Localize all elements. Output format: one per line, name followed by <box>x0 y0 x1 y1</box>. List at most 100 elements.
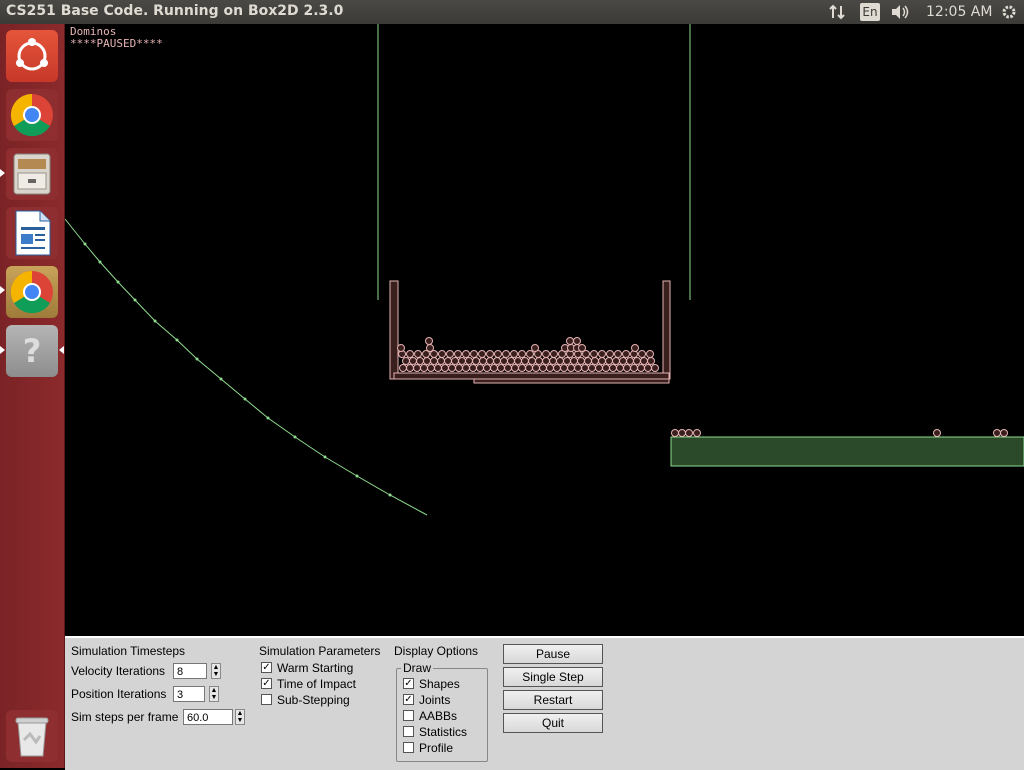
language-indicator[interactable]: En <box>860 3 880 21</box>
position-iterations-stepper[interactable]: ▲ ▼ <box>209 686 219 702</box>
ball <box>550 350 558 358</box>
ball <box>574 364 582 372</box>
ball <box>438 350 446 358</box>
ball <box>462 364 470 372</box>
ball <box>573 337 581 345</box>
ball <box>458 357 466 365</box>
ball <box>605 357 613 365</box>
gear-icon[interactable] <box>1000 0 1018 24</box>
ball <box>630 364 638 372</box>
ball <box>578 344 586 352</box>
ball <box>646 350 654 358</box>
ball <box>500 357 508 365</box>
position-iterations-input[interactable]: 3 <box>173 686 205 702</box>
ball <box>651 364 659 372</box>
ball <box>430 357 438 365</box>
ball <box>476 364 484 372</box>
aabbs-label: AABBs <box>419 709 458 723</box>
ball <box>591 357 599 365</box>
position-iterations-label: Position Iterations <box>71 687 167 701</box>
ball <box>406 350 414 358</box>
launcher-focus-indicator <box>59 346 64 354</box>
ball <box>455 364 463 372</box>
file-cabinet-icon[interactable] <box>6 148 58 200</box>
ball <box>647 357 655 365</box>
ball <box>531 344 539 352</box>
sim-steps-stepper[interactable]: ▲ ▼ <box>235 709 245 725</box>
timesteps-heading: Simulation Timesteps <box>71 644 186 658</box>
ball <box>448 364 456 372</box>
ball <box>413 364 421 372</box>
libreoffice-writer-icon[interactable] <box>6 207 58 259</box>
ball <box>584 357 592 365</box>
help-icon[interactable]: ? <box>6 325 58 377</box>
ubuntu-dash-icon[interactable] <box>6 30 58 82</box>
ball <box>633 357 641 365</box>
warm-starting-label: Warm Starting <box>277 661 354 675</box>
launcher-running-indicator <box>0 286 5 294</box>
ball <box>427 364 435 372</box>
ball <box>539 364 547 372</box>
ball <box>532 364 540 372</box>
ball <box>638 350 646 358</box>
ball <box>465 357 473 365</box>
statistics-checkbox[interactable] <box>403 726 414 737</box>
top-panel: CS251 Base Code. Running on Box2D 2.3.0 … <box>0 0 1024 24</box>
ball <box>619 357 627 365</box>
velocity-iterations-stepper[interactable]: ▲ ▼ <box>211 663 221 679</box>
ball <box>581 364 589 372</box>
single-step-button[interactable]: Single Step <box>503 667 603 687</box>
ball <box>399 364 407 372</box>
sim-params-heading: Simulation Parameters <box>259 644 381 658</box>
time-of-impact-label: Time of Impact <box>277 677 356 691</box>
restart-button[interactable]: Restart <box>503 690 603 710</box>
ball <box>397 344 405 352</box>
volume-icon[interactable] <box>890 0 912 24</box>
velocity-iterations-input[interactable]: 8 <box>173 663 207 679</box>
ball <box>566 337 574 345</box>
display-options-heading: Display Options <box>394 644 479 658</box>
ball <box>511 364 519 372</box>
network-updown-icon[interactable] <box>828 0 848 24</box>
launcher-running-indicator <box>0 169 5 177</box>
ball <box>472 357 480 365</box>
ball <box>493 357 501 365</box>
simulation-canvas[interactable]: Dominos ****PAUSED**** <box>65 24 1024 636</box>
ball <box>416 357 424 365</box>
ball <box>640 357 648 365</box>
trash-icon[interactable] <box>6 710 58 762</box>
ball <box>510 350 518 358</box>
warm-starting-checkbox[interactable]: ✓ <box>261 662 272 673</box>
pause-button[interactable]: Pause <box>503 644 603 664</box>
window-title: CS251 Base Code. Running on Box2D 2.3.0 <box>6 3 344 19</box>
ball <box>483 364 491 372</box>
svg-text:?: ? <box>23 332 42 370</box>
quit-button[interactable]: Quit <box>503 713 603 733</box>
ball <box>434 364 442 372</box>
ball <box>567 364 575 372</box>
aabbs-checkbox[interactable] <box>403 710 414 721</box>
ball <box>546 364 554 372</box>
ball <box>563 357 571 365</box>
ball <box>478 350 486 358</box>
joints-checkbox[interactable]: ✓ <box>403 694 414 705</box>
ball <box>425 337 433 345</box>
profile-checkbox[interactable] <box>403 742 414 753</box>
sub-stepping-checkbox[interactable] <box>261 694 272 705</box>
ball <box>598 350 606 358</box>
ball <box>609 364 617 372</box>
shapes-checkbox[interactable]: ✓ <box>403 678 414 689</box>
ball <box>526 350 534 358</box>
ball <box>470 350 478 358</box>
profile-label: Profile <box>419 741 454 755</box>
ball <box>535 357 543 365</box>
time-of-impact-checkbox[interactable]: ✓ <box>261 678 272 689</box>
ball <box>454 350 462 358</box>
ball <box>504 364 512 372</box>
chrome-active-icon[interactable] <box>6 266 58 318</box>
clock[interactable]: 12:05 AM <box>926 0 992 24</box>
sim-steps-input[interactable]: 60.0 <box>183 709 233 725</box>
chrome-icon[interactable] <box>6 89 58 141</box>
ball <box>623 364 631 372</box>
ball <box>486 350 494 358</box>
